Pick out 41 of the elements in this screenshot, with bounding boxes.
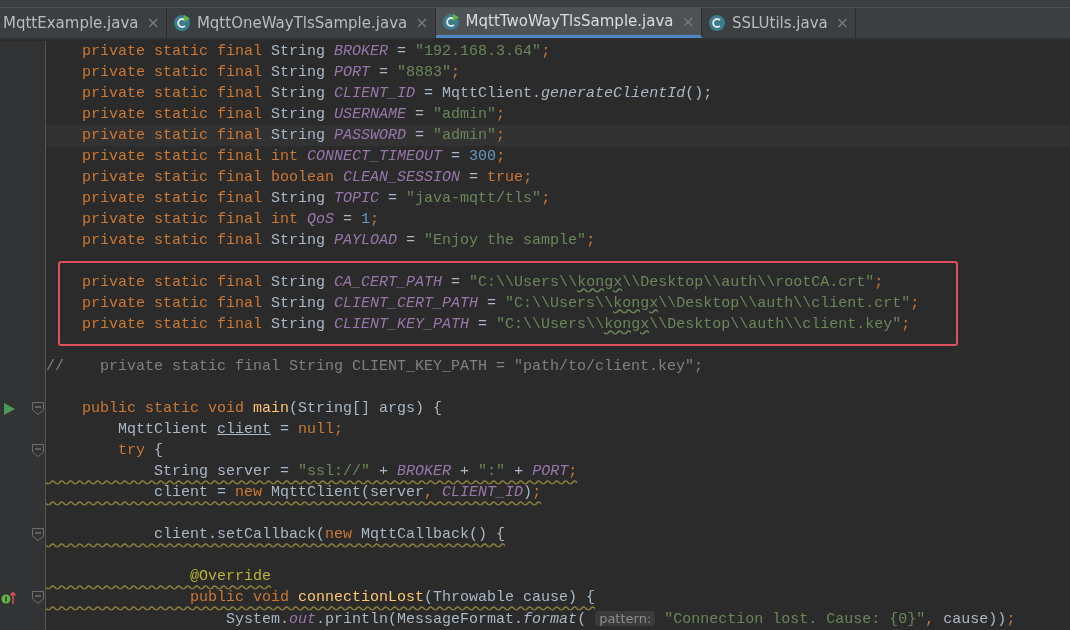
editor-tab[interactable]: MqttExample.java × xyxy=(0,8,167,38)
code-line: client.setCallback(new MqttCallback() { xyxy=(153,525,506,545)
code-line: private static final boolean CLEAN_SESSION = true; xyxy=(81,168,533,188)
code-line: private static final int QoS = 1; xyxy=(81,210,380,230)
fold-icon[interactable] xyxy=(32,444,44,457)
code-line: private static final String BROKER = "192.168.3.64"; xyxy=(81,42,551,62)
code-line: @Override xyxy=(189,567,272,587)
tab-label: SSLUtils.java xyxy=(731,12,828,34)
tab-label: MqttExample.java xyxy=(3,12,139,34)
fold-icon[interactable] xyxy=(32,402,44,415)
code-line: private static final String TOPIC = "java-mqtt/tls"; xyxy=(81,189,551,209)
code-line: private static final String CA_CERT_PATH = "C:\\Users\\kongx\\Desktop\\auth\\rootCA.crt"; xyxy=(81,273,884,293)
editor-tab[interactable]: SSLUtils.java × xyxy=(701,8,857,38)
code-line: try { xyxy=(117,441,164,461)
class-icon xyxy=(707,14,726,32)
code-line: private static final String CLIENT_ID = MqttClient.generateClientId(); xyxy=(81,84,713,104)
run-icon[interactable] xyxy=(4,403,15,415)
code-line: private static final int CONNECT_TIMEOUT = 300; xyxy=(81,147,506,167)
tab-label: MqttOneWayTlsSample.java xyxy=(196,12,408,34)
code-line: public static void main(String[] args) { xyxy=(81,399,443,419)
code-line: MqttClient client = null; xyxy=(117,420,344,440)
implements-icon[interactable] xyxy=(1,591,17,605)
code-line: private static final String PAYLOAD = "Enjoy the sample"; xyxy=(81,231,596,251)
editor-tab[interactable]: MqttTwoWayTlsSample.java × xyxy=(435,8,702,38)
code-line: String server = "ssl://" + BROKER + ":" + PORT; xyxy=(153,462,578,482)
code-line: private static final String PORT = "8883"; xyxy=(81,63,461,83)
code-comment: // private static final String CLIENT_KEY_PATH = "path/to/client.key"; xyxy=(46,357,704,377)
runnable-class-icon xyxy=(441,12,460,31)
fold-icon[interactable] xyxy=(32,591,44,604)
code-line: System.out.println(MessageFormat.format( pattern: "Connection lost. Cause: {0}", cause)); xyxy=(225,610,1016,629)
code-line: private static final String CLIENT_KEY_PATH = "C:\\Users\\kongx\\Desktop\\auth\\client.key"; xyxy=(81,315,911,335)
code-line: private static final String PASSWORD = "admin"; xyxy=(81,126,506,146)
code-line: private static final String USERNAME = "admin"; xyxy=(81,105,506,125)
editor-tab[interactable]: MqttOneWayTlsSample.java × xyxy=(166,8,436,38)
runnable-class-icon xyxy=(172,14,191,32)
fold-icon[interactable] xyxy=(32,528,44,541)
code-line: client = new MqttClient(server, CLIENT_ID); xyxy=(153,483,542,503)
tab-label: MqttTwoWayTlsSample.java xyxy=(465,11,674,33)
code-line: public void connectionLost(Throwable cause) { xyxy=(189,588,596,608)
parameter-hint: pattern: xyxy=(595,611,656,626)
code-line: private static final String CLIENT_CERT_PATH = "C:\\Users\\kongx\\Desktop\\auth\\client.crt"; xyxy=(81,294,920,314)
